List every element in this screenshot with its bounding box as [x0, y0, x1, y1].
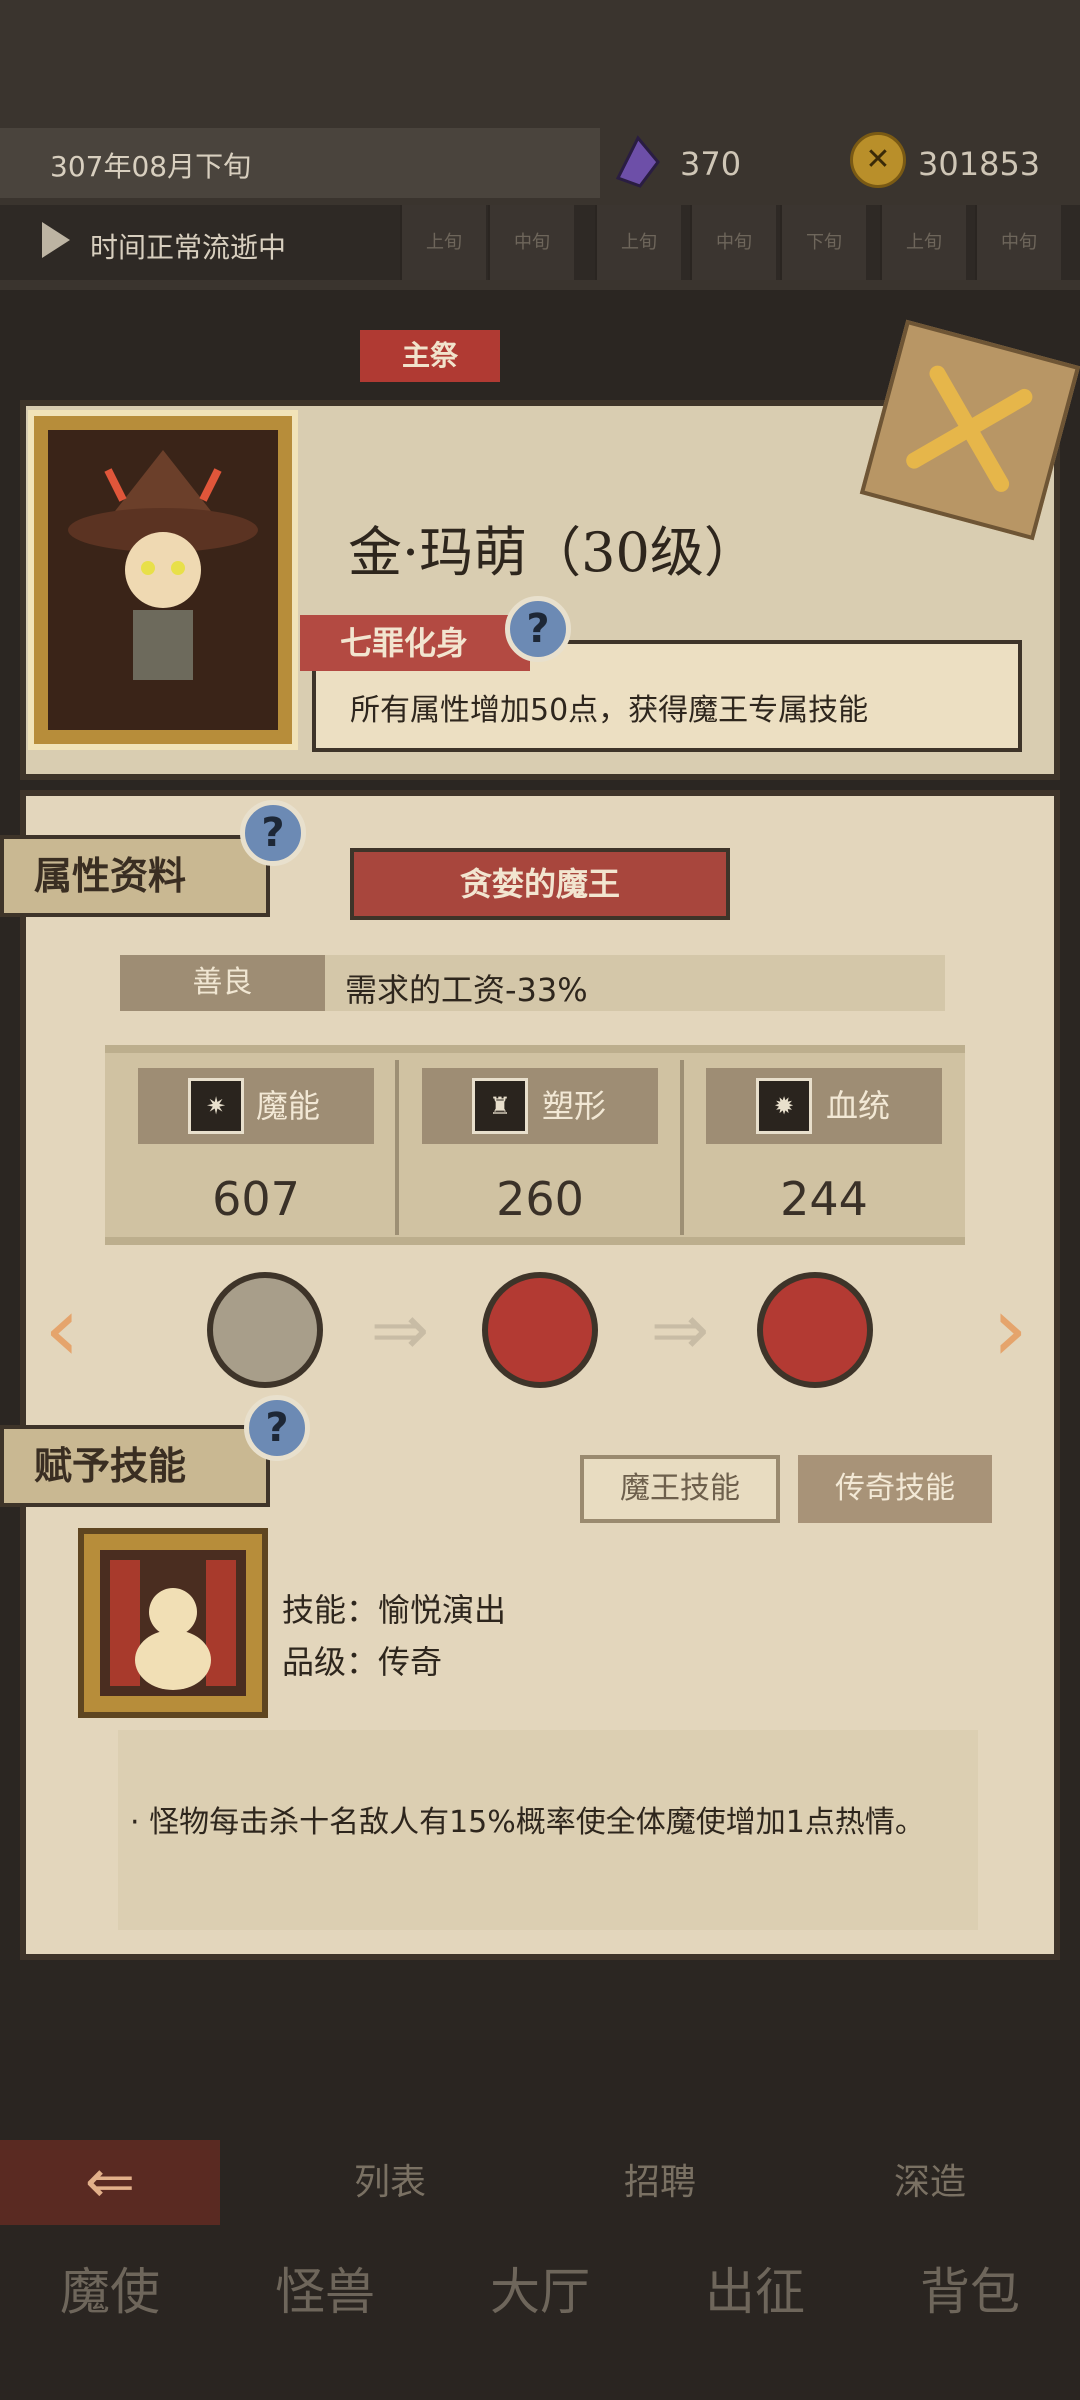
gem-count: 370: [680, 145, 742, 183]
tab-recruit[interactable]: 招聘: [550, 2140, 770, 2225]
time-slot: 中旬: [488, 205, 574, 280]
game-date: 307年08月下旬: [50, 150, 252, 183]
arrow-right-icon: ⇒: [370, 1289, 430, 1371]
time-slot: 上旬: [880, 205, 966, 280]
skills-section-label: 赋予技能: [0, 1425, 270, 1507]
shape-icon: ♜: [472, 1078, 528, 1134]
tab-list[interactable]: 列表: [280, 2140, 500, 2225]
play-icon[interactable]: [42, 222, 70, 258]
stat-value-bloodline: 244: [780, 1172, 868, 1226]
time-slot: 中旬: [690, 205, 776, 280]
skills-help-icon[interactable]: ?: [244, 1395, 310, 1461]
magic-icon: ✷: [188, 1078, 244, 1134]
skill-description: · 怪物每击杀十名敌人有15%概率使全体魔使增加1点热情。: [130, 1805, 925, 1840]
next-arrow-icon[interactable]: ›: [980, 1280, 1040, 1380]
stat-header-bloodline: 血统: [706, 1068, 942, 1144]
prev-arrow-icon[interactable]: ‹: [32, 1280, 92, 1380]
character-portrait: [48, 430, 278, 730]
divider: [395, 1060, 399, 1235]
evolution-stage-3: [757, 1272, 873, 1388]
main-tab-backpack[interactable]: 背包: [880, 2252, 1060, 2324]
coin-icon: ✕: [850, 132, 906, 188]
time-slot: 下旬: [780, 205, 866, 280]
demon-skill-tab[interactable]: 魔王技能: [580, 1455, 780, 1523]
main-tab-envoy[interactable]: 魔使: [20, 2252, 200, 2324]
legend-skill-tab[interactable]: 传奇技能: [798, 1455, 992, 1523]
evolution-stage-1: [207, 1272, 323, 1388]
stat-value-magic: 607: [212, 1172, 300, 1226]
alignment-effect: 需求的工资-33%: [345, 971, 588, 1009]
evolution-stage-2: [482, 1272, 598, 1388]
skill-grade: 品级：传奇: [282, 1643, 443, 1681]
time-status: 时间正常流逝中: [90, 231, 287, 264]
trait-tag: 七罪化身: [300, 615, 530, 671]
divider: [680, 1060, 684, 1235]
stat-value-shape: 260: [496, 1172, 584, 1226]
character-name: 金·玛萌（30级）: [348, 521, 758, 584]
alignment-tag: 善良: [120, 955, 325, 1011]
demon-king-title: 贪婪的魔王: [350, 848, 730, 920]
trait-description: 所有属性增加50点，获得魔王专属技能: [350, 693, 869, 728]
main-tab-monster[interactable]: 怪兽: [235, 2252, 415, 2324]
time-slot: 中旬: [975, 205, 1061, 280]
coin-count: 301853: [918, 145, 1041, 183]
bloodline-icon: ✹: [756, 1078, 812, 1134]
role-badge: 主祭: [360, 330, 500, 382]
arrow-right-icon: ⇒: [650, 1289, 710, 1371]
time-slot: 上旬: [595, 205, 681, 280]
skill-name: 技能：愉悦演出: [282, 1591, 507, 1629]
skill-icon: [100, 1550, 246, 1696]
tab-advance[interactable]: 深造: [820, 2140, 1040, 2225]
stat-header-shape: 塑形: [422, 1068, 658, 1144]
trait-help-icon[interactable]: ?: [505, 596, 571, 662]
time-slot: 上旬: [400, 205, 486, 280]
stat-header-magic: 魔能: [138, 1068, 374, 1144]
main-tab-hall[interactable]: 大厅: [450, 2252, 630, 2324]
back-button[interactable]: ⇐: [0, 2140, 220, 2225]
gem-icon: [615, 135, 660, 188]
main-tab-expedition[interactable]: 出征: [665, 2252, 845, 2324]
attributes-help-icon[interactable]: ?: [240, 800, 306, 866]
attributes-section-label: 属性资料: [0, 835, 270, 917]
